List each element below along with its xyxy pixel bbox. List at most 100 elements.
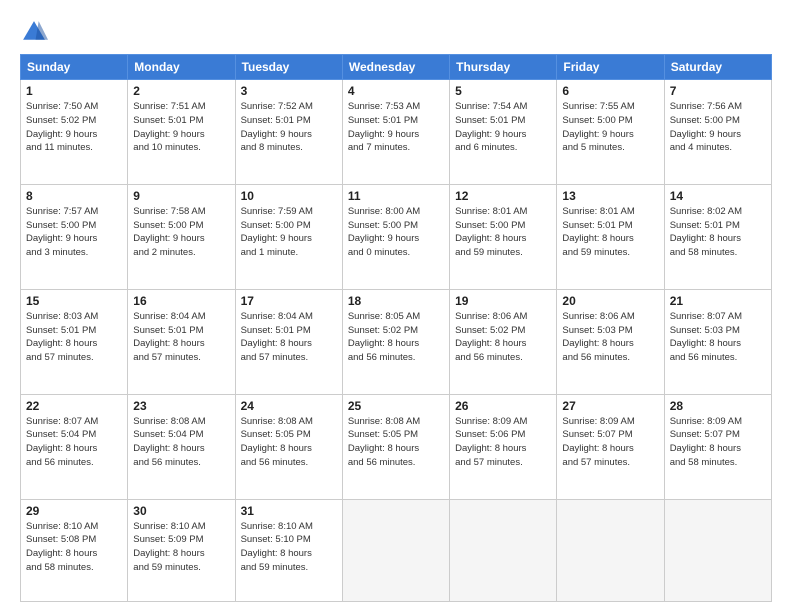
day-cell-19: 19 Sunrise: 8:06 AM Sunset: 5:02 PM Dayli… [450,289,557,394]
day-info-14: Sunrise: 8:02 AM Sunset: 5:01 PM Dayligh… [670,205,766,260]
day-cell-24: 24 Sunrise: 8:08 AM Sunset: 5:05 PM Dayli… [235,394,342,499]
day-number-12: 12 [455,189,551,203]
day-cell-22: 22 Sunrise: 8:07 AM Sunset: 5:04 PM Dayli… [21,394,128,499]
day-cell-11: 11Sunrise: 8:00 AM Sunset: 5:00 PM Dayli… [342,184,449,289]
day-cell-5: 5Sunrise: 7:54 AM Sunset: 5:01 PM Daylig… [450,80,557,185]
day-info-12: Sunrise: 8:01 AM Sunset: 5:00 PM Dayligh… [455,205,551,260]
day-cell-17: 17 Sunrise: 8:04 AM Sunset: 5:01 PM Dayli… [235,289,342,394]
day-number-5: 5 [455,84,551,98]
day-cell-28: 28Sunrise: 8:09 AM Sunset: 5:07 PM Dayli… [664,394,771,499]
day-info-6: Sunrise: 7:55 AM Sunset: 5:00 PM Dayligh… [562,100,658,155]
day-info-26: Sunrise: 8:09 AM Sunset: 5:06 PM Dayligh… [455,415,551,470]
day-number-31: 31 [241,504,337,518]
logo [20,18,52,46]
day-info-15: Sunrise: 8:03 AM Sunset: 5:01 PM Dayligh… [26,310,122,365]
day-number-17: 17 [241,294,337,308]
day-info-2: Sunrise: 7:51 AM Sunset: 5:01 PM Dayligh… [133,100,229,155]
day-cell-30: 30Sunrise: 8:10 AM Sunset: 5:09 PM Dayli… [128,499,235,601]
week-row-2: 8 Sunrise: 7:57 AM Sunset: 5:00 PM Daylig… [21,184,772,289]
week-row-4: 22 Sunrise: 8:07 AM Sunset: 5:04 PM Dayli… [21,394,772,499]
empty-cell [450,499,557,601]
empty-cell [557,499,664,601]
weekday-thursday: Thursday [450,55,557,80]
day-info-8: Sunrise: 7:57 AM Sunset: 5:00 PM Dayligh… [26,205,122,260]
day-number-9: 9 [133,189,229,203]
day-cell-7: 7 Sunrise: 7:56 AM Sunset: 5:00 PM Daylig… [664,80,771,185]
day-number-16: 16 [133,294,229,308]
day-number-30: 30 [133,504,229,518]
weekday-friday: Friday [557,55,664,80]
weekday-monday: Monday [128,55,235,80]
day-cell-14: 14 Sunrise: 8:02 AM Sunset: 5:01 PM Dayli… [664,184,771,289]
empty-cell [664,499,771,601]
day-info-13: Sunrise: 8:01 AM Sunset: 5:01 PM Dayligh… [562,205,658,260]
page: SundayMondayTuesdayWednesdayThursdayFrid… [0,0,792,612]
day-cell-21: 21 Sunrise: 8:07 AM Sunset: 5:03 PM Dayli… [664,289,771,394]
day-number-21: 21 [670,294,766,308]
day-number-10: 10 [241,189,337,203]
day-info-7: Sunrise: 7:56 AM Sunset: 5:00 PM Dayligh… [670,100,766,155]
day-cell-9: 9 Sunrise: 7:58 AM Sunset: 5:00 PM Daylig… [128,184,235,289]
day-number-25: 25 [348,399,444,413]
day-info-10: Sunrise: 7:59 AM Sunset: 5:00 PM Dayligh… [241,205,337,260]
day-cell-31: 31 Sunrise: 8:10 AM Sunset: 5:10 PM Dayli… [235,499,342,601]
day-number-19: 19 [455,294,551,308]
day-info-29: Sunrise: 8:10 AM Sunset: 5:08 PM Dayligh… [26,520,122,575]
day-number-1: 1 [26,84,122,98]
day-cell-23: 23Sunrise: 8:08 AM Sunset: 5:04 PM Dayli… [128,394,235,499]
day-info-31: Sunrise: 8:10 AM Sunset: 5:10 PM Dayligh… [241,520,337,575]
day-cell-18: 18Sunrise: 8:05 AM Sunset: 5:02 PM Dayli… [342,289,449,394]
day-cell-2: 2 Sunrise: 7:51 AM Sunset: 5:01 PM Daylig… [128,80,235,185]
day-cell-10: 10 Sunrise: 7:59 AM Sunset: 5:00 PM Dayli… [235,184,342,289]
logo-icon [20,18,48,46]
day-number-15: 15 [26,294,122,308]
day-info-16: Sunrise: 8:04 AM Sunset: 5:01 PM Dayligh… [133,310,229,365]
day-number-11: 11 [348,189,444,203]
day-number-28: 28 [670,399,766,413]
weekday-tuesday: Tuesday [235,55,342,80]
day-info-4: Sunrise: 7:53 AM Sunset: 5:01 PM Dayligh… [348,100,444,155]
day-cell-12: 12 Sunrise: 8:01 AM Sunset: 5:00 PM Dayli… [450,184,557,289]
day-info-3: Sunrise: 7:52 AM Sunset: 5:01 PM Dayligh… [241,100,337,155]
day-cell-29: 29Sunrise: 8:10 AM Sunset: 5:08 PM Dayli… [21,499,128,601]
day-number-24: 24 [241,399,337,413]
day-number-8: 8 [26,189,122,203]
day-number-22: 22 [26,399,122,413]
week-row-3: 15 Sunrise: 8:03 AM Sunset: 5:01 PM Dayli… [21,289,772,394]
day-cell-6: 6 Sunrise: 7:55 AM Sunset: 5:00 PM Daylig… [557,80,664,185]
day-number-20: 20 [562,294,658,308]
day-number-6: 6 [562,84,658,98]
day-cell-16: 16 Sunrise: 8:04 AM Sunset: 5:01 PM Dayli… [128,289,235,394]
empty-cell [342,499,449,601]
day-info-25: Sunrise: 8:08 AM Sunset: 5:05 PM Dayligh… [348,415,444,470]
week-row-5: 29Sunrise: 8:10 AM Sunset: 5:08 PM Dayli… [21,499,772,601]
day-cell-26: 26Sunrise: 8:09 AM Sunset: 5:06 PM Dayli… [450,394,557,499]
day-number-3: 3 [241,84,337,98]
week-row-1: 1Sunrise: 7:50 AM Sunset: 5:02 PM Daylig… [21,80,772,185]
day-info-20: Sunrise: 8:06 AM Sunset: 5:03 PM Dayligh… [562,310,658,365]
day-cell-4: 4 Sunrise: 7:53 AM Sunset: 5:01 PM Daylig… [342,80,449,185]
day-number-13: 13 [562,189,658,203]
day-info-23: Sunrise: 8:08 AM Sunset: 5:04 PM Dayligh… [133,415,229,470]
day-info-21: Sunrise: 8:07 AM Sunset: 5:03 PM Dayligh… [670,310,766,365]
header [20,18,772,46]
day-number-4: 4 [348,84,444,98]
day-info-22: Sunrise: 8:07 AM Sunset: 5:04 PM Dayligh… [26,415,122,470]
day-info-24: Sunrise: 8:08 AM Sunset: 5:05 PM Dayligh… [241,415,337,470]
day-cell-15: 15 Sunrise: 8:03 AM Sunset: 5:01 PM Dayli… [21,289,128,394]
weekday-sunday: Sunday [21,55,128,80]
day-cell-8: 8 Sunrise: 7:57 AM Sunset: 5:00 PM Daylig… [21,184,128,289]
calendar-table: SundayMondayTuesdayWednesdayThursdayFrid… [20,54,772,602]
weekday-header-row: SundayMondayTuesdayWednesdayThursdayFrid… [21,55,772,80]
day-number-2: 2 [133,84,229,98]
day-info-9: Sunrise: 7:58 AM Sunset: 5:00 PM Dayligh… [133,205,229,260]
day-info-17: Sunrise: 8:04 AM Sunset: 5:01 PM Dayligh… [241,310,337,365]
day-cell-25: 25 Sunrise: 8:08 AM Sunset: 5:05 PM Dayli… [342,394,449,499]
day-cell-3: 3 Sunrise: 7:52 AM Sunset: 5:01 PM Daylig… [235,80,342,185]
day-number-14: 14 [670,189,766,203]
day-info-19: Sunrise: 8:06 AM Sunset: 5:02 PM Dayligh… [455,310,551,365]
day-cell-27: 27Sunrise: 8:09 AM Sunset: 5:07 PM Dayli… [557,394,664,499]
day-number-7: 7 [670,84,766,98]
weekday-wednesday: Wednesday [342,55,449,80]
weekday-saturday: Saturday [664,55,771,80]
